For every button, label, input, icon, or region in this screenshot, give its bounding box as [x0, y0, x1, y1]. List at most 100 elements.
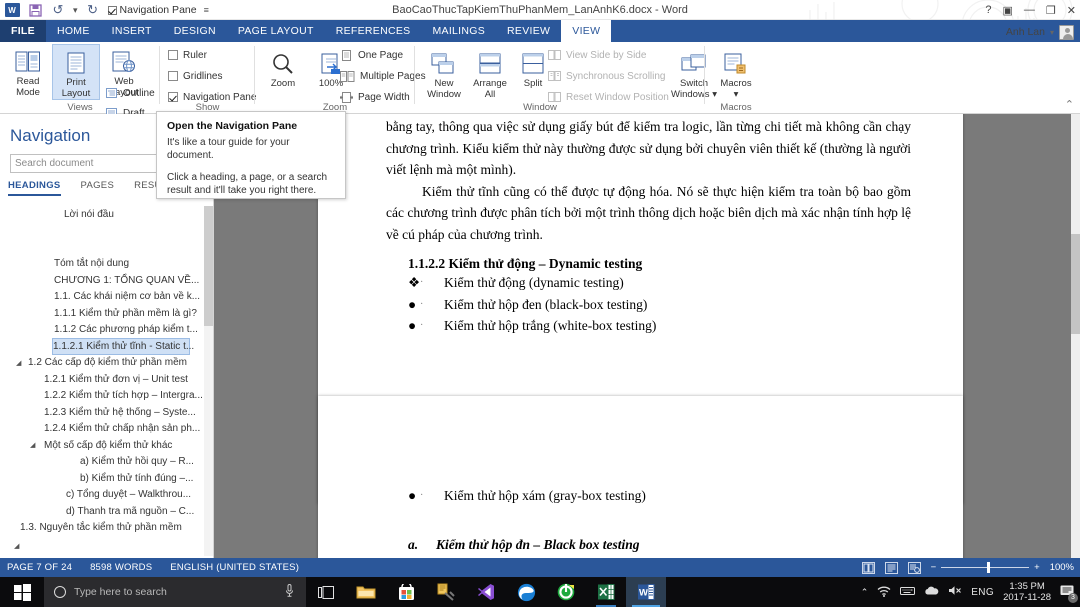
nav-heading-1-1-1[interactable]: 1.1.1 Kiểm thử phần mềm là gì?: [0, 305, 214, 322]
undo-dropdown-icon[interactable]: ▾: [73, 5, 78, 16]
document-scrollbar-thumb[interactable]: [1071, 234, 1080, 334]
nav-heading-1-2[interactable]: ◢ 1.2 Các cấp độ kiểm thử phần mềm: [0, 355, 214, 372]
excel-icon[interactable]: [586, 577, 626, 607]
navigation-scrollbar[interactable]: [204, 206, 213, 556]
clock[interactable]: 1:35 PM 2017-11-28: [1003, 581, 1051, 603]
print-layout-button[interactable]: Print Layout: [52, 44, 100, 100]
minimize-icon[interactable]: —: [1024, 4, 1035, 16]
navigation-headings-tree[interactable]: Lời nói đầu Tóm tắt nội dung CHƯƠNG 1: T…: [0, 206, 214, 556]
action-center-icon[interactable]: 3: [1060, 584, 1078, 603]
tab-design[interactable]: DESIGN: [163, 20, 227, 42]
nav-heading-1-3[interactable]: 1.3. Nguyên tắc kiểm thử phần mềm: [0, 520, 214, 537]
tab-mailings[interactable]: MAILINGS: [421, 20, 496, 42]
qat-navigation-pane-toggle[interactable]: Navigation Pane: [107, 4, 197, 16]
synchronous-scrolling-button[interactable]: Synchronous Scrolling: [548, 68, 669, 84]
close-icon[interactable]: ✕: [1067, 4, 1076, 17]
undo-icon[interactable]: ↺: [50, 2, 66, 18]
nav-heading-partial[interactable]: ◢: [0, 536, 214, 556]
restore-icon[interactable]: ❐: [1046, 4, 1056, 17]
outline-button[interactable]: Outline: [105, 85, 155, 101]
customize-qat-icon[interactable]: ≡: [204, 5, 209, 15]
multiple-pages-button[interactable]: Multiple Pages: [340, 68, 426, 84]
language-indicator[interactable]: ENGLISH (UNITED STATES): [170, 562, 299, 573]
onedrive-icon[interactable]: [924, 586, 939, 599]
word-count[interactable]: 8598 WORDS: [90, 562, 152, 573]
expand-collapse-icon[interactable]: ◢: [16, 359, 21, 367]
tab-insert[interactable]: INSERT: [101, 20, 163, 42]
save-icon[interactable]: [27, 2, 43, 18]
expand-collapse-icon[interactable]: ◢: [30, 441, 35, 449]
start-button[interactable]: [0, 577, 44, 607]
nav-heading-tom-tat[interactable]: Tóm tắt nội dung: [0, 256, 214, 273]
keyboard-icon[interactable]: [900, 586, 916, 599]
ruler-checkbox[interactable]: Ruler: [168, 47, 256, 63]
arrange-all-button[interactable]: Arrange All: [467, 46, 513, 100]
search-taskbar-input[interactable]: Type here to search: [44, 577, 306, 607]
language-indicator[interactable]: ENG: [971, 587, 994, 598]
zoom-out-button[interactable]: −: [931, 562, 937, 573]
nav-heading-1-2-3[interactable]: 1.2.3 Kiểm thử hệ thống – Syste...: [0, 404, 214, 421]
page-indicator[interactable]: PAGE 7 OF 24: [7, 562, 72, 573]
expand-collapse-icon[interactable]: ◢: [14, 542, 19, 550]
document-scrollbar[interactable]: [1071, 114, 1080, 558]
navigation-pane-title: Navigation: [10, 126, 91, 145]
nav-heading-b[interactable]: b) Kiểm thử tính đúng –...: [0, 470, 214, 487]
ribbon-display-options-icon[interactable]: ▣: [1003, 4, 1013, 17]
nav-heading-chuong-1[interactable]: CHƯƠNG 1: TỔNG QUAN VỀ...: [0, 272, 214, 289]
nav-heading-c[interactable]: c) Tổng duyệt – Walkthrou...: [0, 487, 214, 504]
zoom-in-button[interactable]: +: [1034, 562, 1040, 573]
zoom-slider-thumb[interactable]: [987, 562, 991, 573]
nav-tab-pages[interactable]: PAGES: [81, 180, 115, 196]
tab-home[interactable]: HOME: [46, 20, 101, 42]
tab-view[interactable]: VIEW: [561, 20, 612, 42]
nav-tab-headings[interactable]: HEADINGS: [8, 180, 61, 196]
redo-icon[interactable]: ↻: [85, 2, 101, 18]
user-account[interactable]: Anh Lan ▾: [1006, 22, 1074, 42]
file-explorer-icon[interactable]: [346, 577, 386, 607]
tab-references[interactable]: REFERENCES: [325, 20, 422, 42]
macros-button[interactable]: Macros ▾: [711, 46, 761, 100]
collapse-ribbon-icon[interactable]: ⌃: [1065, 98, 1074, 111]
view-side-by-side-button[interactable]: View Side by Side: [548, 47, 669, 63]
nav-heading-a[interactable]: a) Kiểm thử hồi quy – R...: [0, 454, 214, 471]
document-page-2[interactable]: ● · Kiểm thử hộp xám (gray-box testing) …: [318, 396, 963, 558]
web-layout-view-icon[interactable]: [907, 561, 921, 574]
nav-heading-1-2-4[interactable]: 1.2.4 Kiểm thử chấp nhận sản ph...: [0, 421, 214, 438]
word-taskbar-icon[interactable]: W: [626, 577, 666, 607]
nav-heading-1-1[interactable]: 1.1. Các khái niệm cơ bản về k...: [0, 289, 214, 306]
help-icon[interactable]: ?: [985, 4, 991, 16]
volume-muted-icon[interactable]: [948, 585, 962, 599]
tab-page-layout[interactable]: PAGE LAYOUT: [227, 20, 325, 42]
microsoft-edge-icon[interactable]: [506, 577, 546, 607]
one-page-button[interactable]: One Page: [340, 47, 426, 63]
visual-studio-installer-icon[interactable]: [426, 577, 466, 607]
nav-heading-1-1-2[interactable]: 1.1.2 Các phương pháp kiểm t...: [0, 322, 214, 339]
nav-heading-loi-noi-dau[interactable]: Lời nói đầu: [0, 206, 214, 223]
new-window-button[interactable]: New Window: [421, 46, 467, 100]
task-view-icon[interactable]: [306, 577, 346, 607]
word-app-icon[interactable]: W: [4, 2, 20, 18]
tab-review[interactable]: REVIEW: [496, 20, 561, 42]
gridlines-checkbox[interactable]: Gridlines: [168, 68, 256, 84]
read-mode-view-icon[interactable]: [861, 561, 875, 574]
wifi-icon[interactable]: [877, 585, 891, 600]
zoom-slider[interactable]: − +: [931, 562, 1040, 573]
zoom-level-label[interactable]: 100%: [1050, 562, 1074, 573]
zoom-button[interactable]: Zoom: [259, 46, 307, 89]
nav-heading-d[interactable]: d) Thanh tra mã nguồn – C...: [0, 503, 214, 520]
unikey-icon[interactable]: [546, 577, 586, 607]
zoom-slider-track[interactable]: [941, 562, 1030, 573]
visual-studio-code-icon[interactable]: [466, 577, 506, 607]
microphone-icon[interactable]: [285, 584, 294, 600]
nav-heading-1-2-1[interactable]: 1.2.1 Kiểm thử đơn vị – Unit test: [0, 371, 214, 388]
nav-heading-mot-so-cap-do[interactable]: ◢ Một số cấp độ kiểm thử khác: [0, 437, 214, 454]
tab-file[interactable]: FILE: [0, 20, 46, 42]
split-button[interactable]: Split: [513, 46, 553, 100]
microsoft-store-icon[interactable]: [386, 577, 426, 607]
nav-heading-1-1-2-1-selected[interactable]: 1.1.2.1 Kiểm thử tĩnh - Static t...: [52, 338, 194, 355]
nav-heading-1-2-2[interactable]: 1.2.2 Kiểm thử tích hợp – Intergra...: [0, 388, 214, 405]
read-mode-button[interactable]: Read Mode: [4, 44, 52, 100]
print-layout-view-icon[interactable]: [884, 561, 898, 574]
navigation-scrollbar-thumb[interactable]: [204, 206, 213, 326]
show-hidden-icons-chevron-icon[interactable]: ⌃: [861, 587, 869, 598]
